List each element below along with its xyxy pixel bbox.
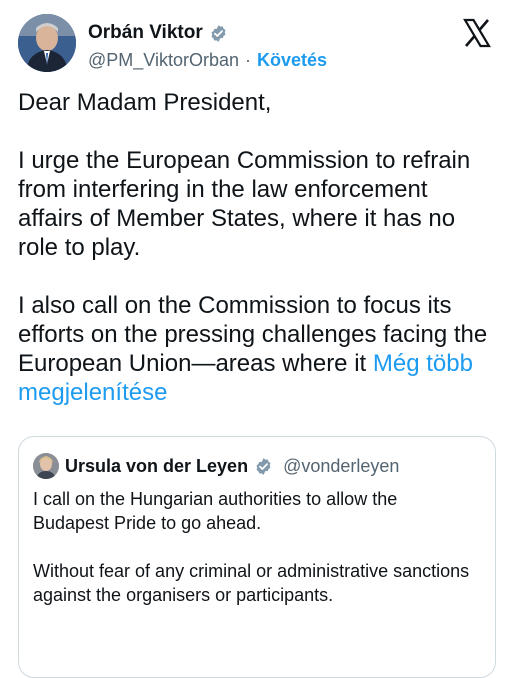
- separator-dot: ·: [245, 50, 251, 70]
- author-handle[interactable]: @PM_ViktorOrban: [88, 50, 239, 71]
- quoted-tweet-body: I call on the Hungarian authorities to a…: [33, 487, 473, 631]
- tweet-paragraph: I urge the European Commission to refrai…: [18, 147, 471, 261]
- verified-badge-icon: [256, 457, 271, 475]
- tweet-body: Dear Madam President, I urge the Europea…: [18, 88, 498, 436]
- quoted-author-name[interactable]: Ursula von der Leyen: [65, 456, 248, 477]
- quoted-tweet[interactable]: Ursula von der Leyen @vonderleyen I call…: [18, 436, 496, 678]
- tweet-paragraph: I also call on the Commission to focus i…: [18, 291, 498, 407]
- x-logo-icon[interactable]: [462, 18, 492, 48]
- author-name[interactable]: Orbán Viktor: [88, 22, 203, 44]
- verified-badge-icon: [211, 24, 226, 42]
- quoted-author-avatar[interactable]: [33, 453, 59, 479]
- quoted-author-handle[interactable]: @vonderleyen: [283, 456, 399, 477]
- follow-button[interactable]: Követés: [257, 50, 327, 71]
- quoted-paragraph: I call on the Hungarian authorities to a…: [33, 489, 398, 533]
- tweet-header: Orbán Viktor @PM_ViktorOrban · Követés: [18, 14, 498, 76]
- tweet-paragraph: Dear Madam President,: [18, 89, 272, 116]
- quoted-paragraph: Without fear of any criminal or administ…: [33, 561, 470, 605]
- author-avatar[interactable]: [18, 14, 76, 72]
